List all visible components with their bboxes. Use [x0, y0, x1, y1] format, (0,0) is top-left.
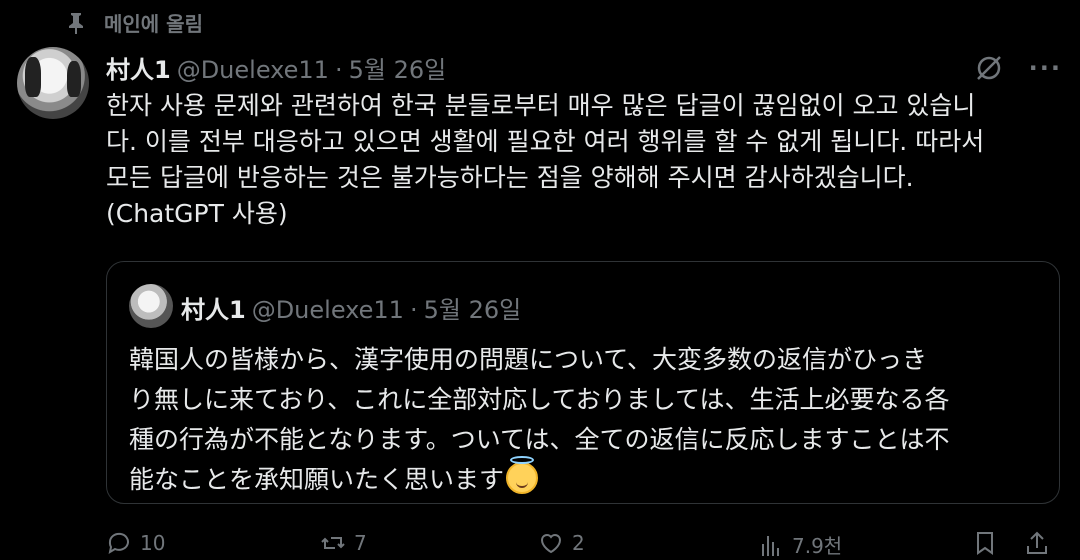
repost-count: 7: [354, 531, 367, 555]
share-icon: [1027, 531, 1047, 554]
tweet-top-actions: ···: [973, 52, 1062, 84]
view-count: 7.9천: [792, 534, 843, 558]
heart-icon: [540, 534, 562, 554]
author-name[interactable]: 村人1: [106, 50, 171, 85]
reply-icon: [108, 532, 129, 555]
author-handle[interactable]: @Duelexe11: [177, 56, 329, 84]
tweet-date[interactable]: 5월 26일: [349, 50, 447, 85]
quoted-author-handle: @Duelexe11: [251, 296, 404, 324]
action-bar: 10 7 2 7.9천: [106, 530, 1056, 560]
pin-icon: [69, 12, 83, 34]
repost-button[interactable]: 7: [320, 530, 367, 556]
quoted-header: 村人1 @Duelexe11 · 5월 26일: [181, 290, 521, 325]
separator-dot: ·: [334, 56, 343, 84]
more-options-icon[interactable]: ···: [1029, 56, 1062, 80]
reply-button[interactable]: 10: [106, 530, 165, 556]
tweet-header: 村人1 @Duelexe11 · 5월 26일: [106, 50, 446, 85]
grok-icon[interactable]: [973, 52, 1005, 84]
smiling-face-with-halo-icon: [506, 456, 539, 494]
quoted-text-block: 韓国人の皆様から、漢字使用の問題について、大変多数の返信がひっき り無しに来てお…: [129, 340, 1049, 500]
quoted-separator-dot: ·: [409, 296, 418, 324]
bookmark-button[interactable]: [972, 530, 998, 556]
reply-count: 10: [140, 531, 166, 555]
pinned-label: 메인에 올림: [104, 12, 203, 36]
like-button[interactable]: 2: [538, 530, 585, 556]
quoted-tweet[interactable]: 村人1 @Duelexe11 · 5월 26일 韓国人の皆様から、漢字使用の問題…: [106, 261, 1060, 504]
quoted-text: 韓国人の皆様から、漢字使用の問題について、大変多数の返信がひっき り無しに来てお…: [129, 345, 950, 494]
bookmark-icon: [977, 532, 993, 555]
share-button[interactable]: [1024, 530, 1050, 556]
quoted-date: 5월 26일: [423, 296, 522, 324]
pinned-indicator: 메인에 올림: [66, 8, 203, 37]
like-count: 2: [572, 531, 585, 555]
views-icon: [762, 535, 779, 556]
quoted-author-name: 村人1: [181, 296, 246, 324]
avatar[interactable]: [17, 47, 89, 119]
repost-icon: [321, 537, 345, 549]
quoted-avatar: [129, 284, 173, 328]
tweet-text: 한자 사용 문제와 관련하여 한국 분들로부터 매우 많은 답글이 끊임없이 오…: [106, 91, 985, 228]
views-button[interactable]: 7.9천: [758, 530, 842, 559]
